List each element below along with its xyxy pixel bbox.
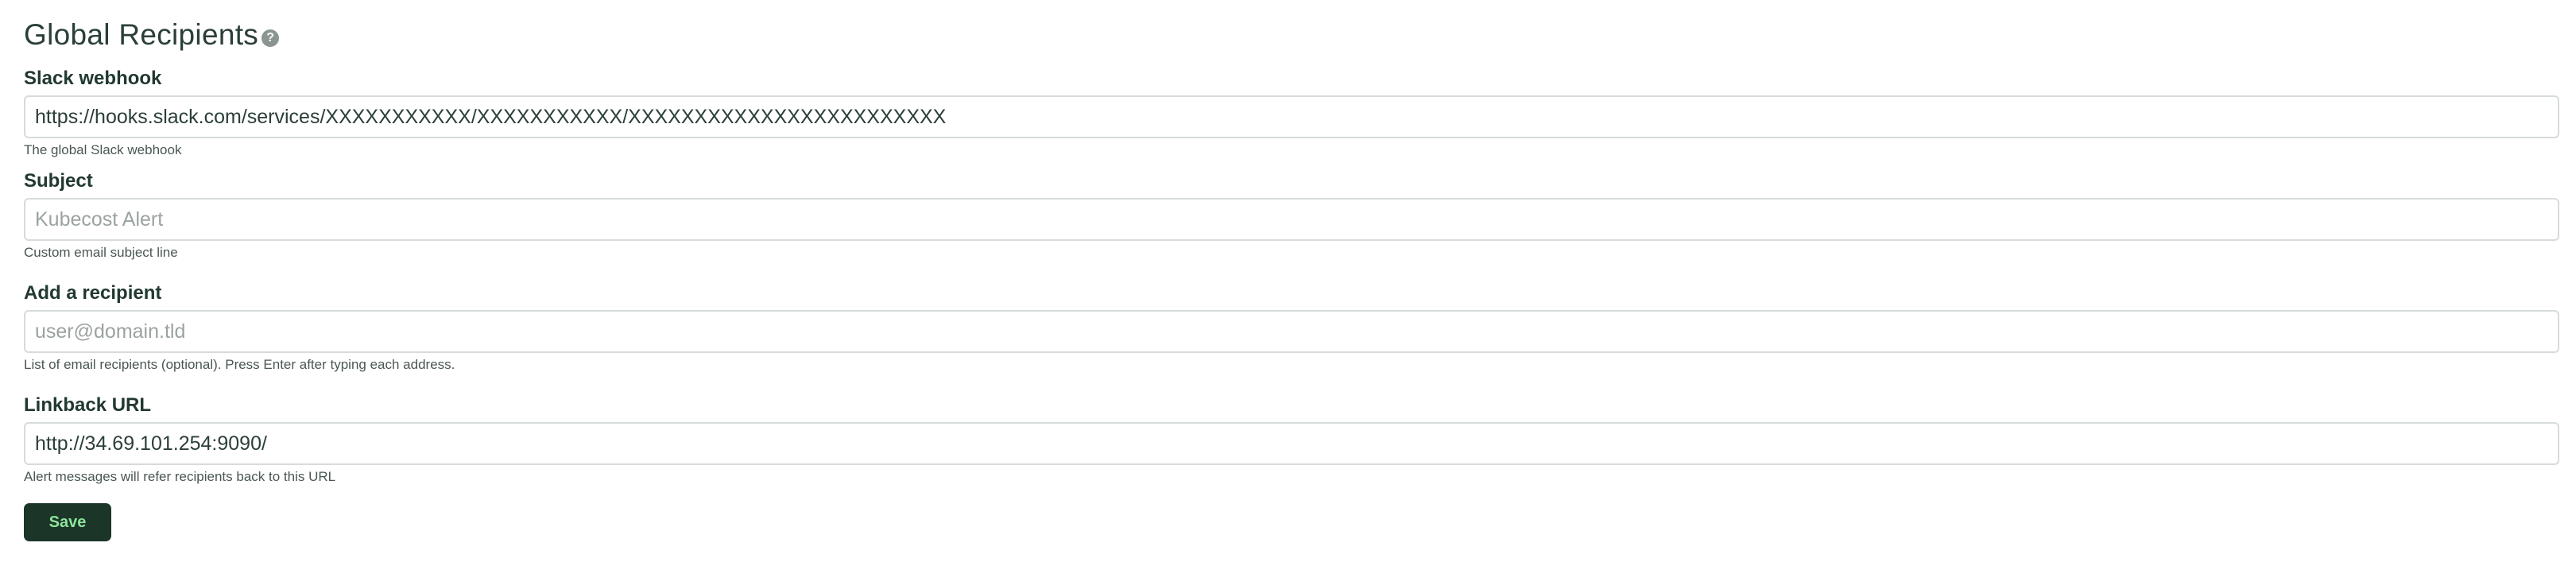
- add-recipient-help: List of email recipients (optional). Pre…: [24, 357, 455, 372]
- subject-input[interactable]: [24, 198, 2559, 241]
- title-row: Global Recipients ?: [24, 14, 280, 56]
- subject-help: Custom email subject line: [24, 245, 178, 260]
- subject-label: Subject: [24, 170, 93, 192]
- add-recipient-field: Add a recipient List of email recipients…: [24, 281, 2559, 374]
- add-recipient-label: Add a recipient: [24, 282, 162, 304]
- help-icon[interactable]: ?: [261, 29, 280, 47]
- slack-webhook-help: The global Slack webhook: [24, 142, 182, 157]
- linkback-url-label: Linkback URL: [24, 394, 152, 416]
- slack-webhook-input[interactable]: [24, 95, 2559, 138]
- linkback-url-input[interactable]: [24, 422, 2559, 465]
- save-button[interactable]: Save: [24, 503, 111, 541]
- linkback-url-field: Linkback URL Alert messages will refer r…: [24, 393, 2559, 486]
- page-title: Global Recipients: [24, 18, 259, 51]
- slack-webhook-field: Slack webhook The global Slack webhook: [24, 67, 2559, 159]
- global-recipients-page: Global Recipients ? Slack webhook The gl…: [0, 0, 2576, 566]
- add-recipient-input[interactable]: [24, 310, 2559, 353]
- linkback-url-help: Alert messages will refer recipients bac…: [24, 469, 336, 484]
- subject-field: Subject Custom email subject line: [24, 169, 2559, 262]
- slack-webhook-label: Slack webhook: [24, 68, 162, 89]
